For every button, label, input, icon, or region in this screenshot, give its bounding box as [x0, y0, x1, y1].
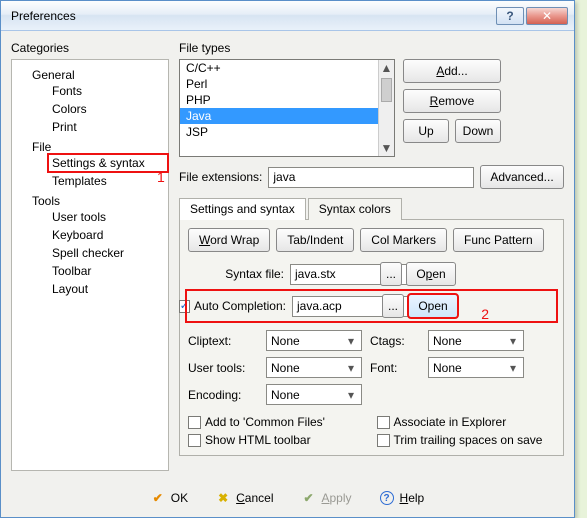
tree-item-layout[interactable]: Layout [48, 280, 168, 298]
auto-completion-checkbox[interactable] [179, 300, 190, 313]
tree-item-templates[interactable]: Templates [48, 172, 168, 190]
user-tools-select[interactable]: None▾ [266, 357, 362, 378]
syntax-file-open-button[interactable]: Open [406, 262, 456, 286]
associate-label: Associate in Explorer [394, 415, 507, 429]
file-type-item[interactable]: PHP [180, 92, 378, 108]
add-button[interactable]: Add... [403, 59, 501, 83]
file-extensions-input[interactable]: java [268, 167, 474, 188]
scroll-up-icon[interactable]: ▲ [379, 60, 394, 76]
file-types-scrollbar[interactable]: ▲ ▼ [378, 60, 394, 156]
file-type-item[interactable]: Java [180, 108, 378, 124]
syntax-file-browse-button[interactable]: ... [380, 262, 402, 286]
auto-completion-label: Auto Completion: [194, 299, 286, 313]
common-files-label: Add to 'Common Files' [205, 415, 325, 429]
titlebar-close-button[interactable]: ✕ [526, 7, 568, 25]
col-markers-button[interactable]: Col Markers [360, 228, 447, 252]
tree-item-toolbar[interactable]: Toolbar [48, 262, 168, 280]
dialog-footer: ✔OK ✖Cancel ✔Apply ?Help [1, 481, 574, 517]
titlebar-help-button[interactable]: ? [496, 7, 524, 25]
check-icon: ✔ [301, 491, 315, 505]
categories-tree[interactable]: General Fonts Colors Print File Settings… [11, 59, 169, 471]
tree-item-settings-syntax[interactable]: Settings & syntax [48, 154, 168, 172]
encoding-label: Encoding: [188, 388, 258, 402]
tree-item-colors[interactable]: Colors [48, 100, 168, 118]
ctags-label: Ctags: [370, 334, 420, 348]
tree-item-spell-checker[interactable]: Spell checker [48, 244, 168, 262]
chevron-down-icon: ▾ [505, 333, 521, 348]
tree-item-tools[interactable]: Tools User tools Keyboard Spell checker … [28, 192, 168, 300]
settings-pane: Word Wrap Tab/Indent Col Markers Func Pa… [179, 220, 564, 456]
trim-label: Trim trailing spaces on save [394, 433, 543, 447]
up-button[interactable]: Up [403, 119, 449, 143]
trim-checkbox[interactable] [377, 434, 390, 447]
user-tools-label: User tools: [188, 361, 258, 375]
tree-item-keyboard[interactable]: Keyboard [48, 226, 168, 244]
cliptext-label: Cliptext: [188, 334, 258, 348]
chevron-down-icon: ▾ [505, 360, 521, 375]
remove-button[interactable]: Remove [403, 89, 501, 113]
tree-item-print[interactable]: Print [48, 118, 168, 136]
tree-item-general[interactable]: General Fonts Colors Print [28, 66, 168, 138]
help-icon: ? [380, 491, 394, 505]
chevron-down-icon: ▾ [343, 333, 359, 348]
common-files-checkbox[interactable] [188, 416, 201, 429]
titlebar: Preferences ? ✕ [1, 1, 574, 31]
encoding-select[interactable]: None▾ [266, 384, 362, 405]
func-pattern-button[interactable]: Func Pattern [453, 228, 544, 252]
down-button[interactable]: Down [455, 119, 501, 143]
scroll-down-icon[interactable]: ▼ [379, 140, 394, 156]
tab-syntax-colors[interactable]: Syntax colors [308, 198, 402, 220]
font-select[interactable]: None▾ [428, 357, 524, 378]
syntax-file-label: Syntax file: [188, 267, 284, 281]
advanced-button[interactable]: Advanced... [480, 165, 564, 189]
apply-button[interactable]: ✔Apply [301, 491, 351, 505]
preferences-window: Preferences ? ✕ Categories General Fonts… [0, 0, 575, 518]
cross-icon: ✖ [216, 491, 230, 505]
associate-checkbox[interactable] [377, 416, 390, 429]
auto-completion-browse-button[interactable]: ... [382, 294, 404, 318]
file-type-item[interactable]: C/C++ [180, 60, 378, 76]
window-title: Preferences [7, 9, 494, 23]
file-type-item[interactable]: JSP [180, 124, 378, 140]
tab-indent-button[interactable]: Tab/Indent [276, 228, 354, 252]
file-types-list[interactable]: C/C++ Perl PHP Java JSP ▲ ▼ [179, 59, 395, 157]
file-types-label: File types [179, 41, 564, 55]
categories-label: Categories [11, 41, 169, 55]
scroll-thumb[interactable] [381, 78, 392, 102]
file-extensions-label: File extensions: [179, 170, 262, 184]
tab-settings-syntax[interactable]: Settings and syntax [179, 198, 306, 220]
html-toolbar-checkbox[interactable] [188, 434, 201, 447]
chevron-down-icon: ▾ [343, 387, 359, 402]
check-icon: ✔ [151, 491, 165, 505]
categories-panel: Categories General Fonts Colors Print Fi… [11, 41, 169, 471]
chevron-down-icon: ▾ [343, 360, 359, 375]
auto-completion-open-button[interactable]: Open [408, 294, 458, 318]
word-wrap-button[interactable]: Word Wrap [188, 228, 270, 252]
font-label: Font: [370, 361, 420, 375]
ok-button[interactable]: ✔OK [151, 491, 188, 505]
settings-panel: File types C/C++ Perl PHP Java JSP ▲ ▼ [179, 41, 564, 471]
cliptext-select[interactable]: None▾ [266, 330, 362, 351]
file-type-item[interactable]: Perl [180, 76, 378, 92]
tree-item-file[interactable]: File Settings & syntax Templates [28, 138, 168, 192]
tabs: Settings and syntax Syntax colors [179, 197, 564, 220]
ctags-select[interactable]: None▾ [428, 330, 524, 351]
annotation-1: 1 [157, 169, 165, 185]
tree-item-fonts[interactable]: Fonts [48, 82, 168, 100]
help-button[interactable]: ?Help [380, 491, 425, 505]
annotation-2: 2 [481, 306, 489, 322]
cancel-button[interactable]: ✖Cancel [216, 491, 273, 505]
html-toolbar-label: Show HTML toolbar [205, 433, 311, 447]
tree-item-user-tools[interactable]: User tools [48, 208, 168, 226]
